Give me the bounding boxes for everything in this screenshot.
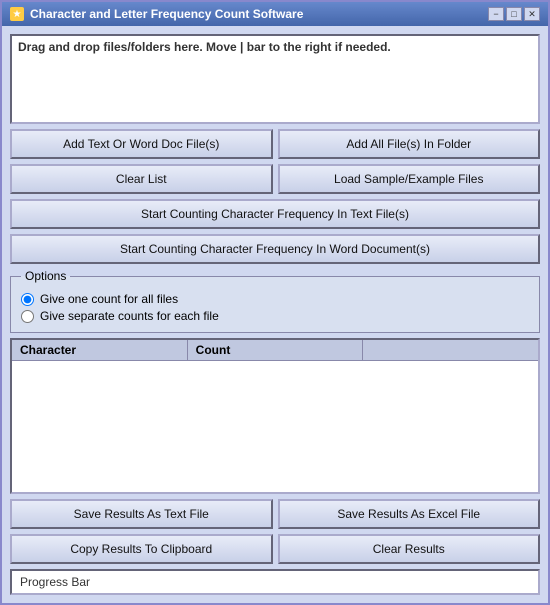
clear-load-row: Clear List Load Sample/Example Files: [10, 164, 540, 194]
radio-separate-counts-label: Give separate counts for each file: [40, 309, 219, 323]
radio-one-count[interactable]: [21, 293, 34, 306]
window-controls: − □ ✕: [488, 7, 540, 21]
radio-one-count-label: Give one count for all files: [40, 292, 178, 306]
col-character: Character: [12, 340, 188, 360]
radio-separate-counts[interactable]: [21, 310, 34, 323]
col-count: Count: [188, 340, 364, 360]
title-bar: ★ Character and Letter Frequency Count S…: [2, 2, 548, 26]
file-buttons-row: Add Text Or Word Doc File(s) Add All Fil…: [10, 129, 540, 159]
minimize-button[interactable]: −: [488, 7, 504, 21]
main-window: ★ Character and Letter Frequency Count S…: [0, 0, 550, 605]
close-button[interactable]: ✕: [524, 7, 540, 21]
table-body: [12, 361, 538, 489]
progress-bar-label: Progress Bar: [20, 575, 90, 589]
maximize-button[interactable]: □: [506, 7, 522, 21]
start-char-text-button[interactable]: Start Counting Character Frequency In Te…: [10, 199, 540, 229]
add-text-file-button[interactable]: Add Text Or Word Doc File(s): [10, 129, 273, 159]
save-row: Save Results As Text File Save Results A…: [10, 499, 540, 529]
save-text-file-button[interactable]: Save Results As Text File: [10, 499, 273, 529]
clear-results-button[interactable]: Clear Results: [278, 534, 541, 564]
add-all-folder-button[interactable]: Add All File(s) In Folder: [278, 129, 541, 159]
save-excel-button[interactable]: Save Results As Excel File: [278, 499, 541, 529]
options-legend: Options: [21, 269, 70, 283]
col-extra: [363, 340, 538, 360]
option-separate-counts: Give separate counts for each file: [21, 309, 529, 323]
option-one-count: Give one count for all files: [21, 292, 529, 306]
progress-bar: Progress Bar: [10, 569, 540, 595]
start-char-word-button[interactable]: Start Counting Character Frequency In Wo…: [10, 234, 540, 264]
title-bar-left: ★ Character and Letter Frequency Count S…: [10, 7, 303, 21]
results-table: Character Count: [10, 338, 540, 494]
options-group: Options Give one count for all files Giv…: [10, 269, 540, 333]
load-sample-button[interactable]: Load Sample/Example Files: [278, 164, 541, 194]
copy-clear-row: Copy Results To Clipboard Clear Results: [10, 534, 540, 564]
main-content: Drag and drop files/folders here. Move |…: [2, 26, 548, 603]
app-icon: ★: [10, 7, 24, 21]
table-header: Character Count: [12, 340, 538, 361]
drop-zone-text: Drag and drop files/folders here. Move |…: [18, 40, 532, 54]
copy-clipboard-button[interactable]: Copy Results To Clipboard: [10, 534, 273, 564]
clear-list-button[interactable]: Clear List: [10, 164, 273, 194]
drop-zone[interactable]: Drag and drop files/folders here. Move |…: [10, 34, 540, 124]
window-title: Character and Letter Frequency Count Sof…: [30, 7, 303, 21]
